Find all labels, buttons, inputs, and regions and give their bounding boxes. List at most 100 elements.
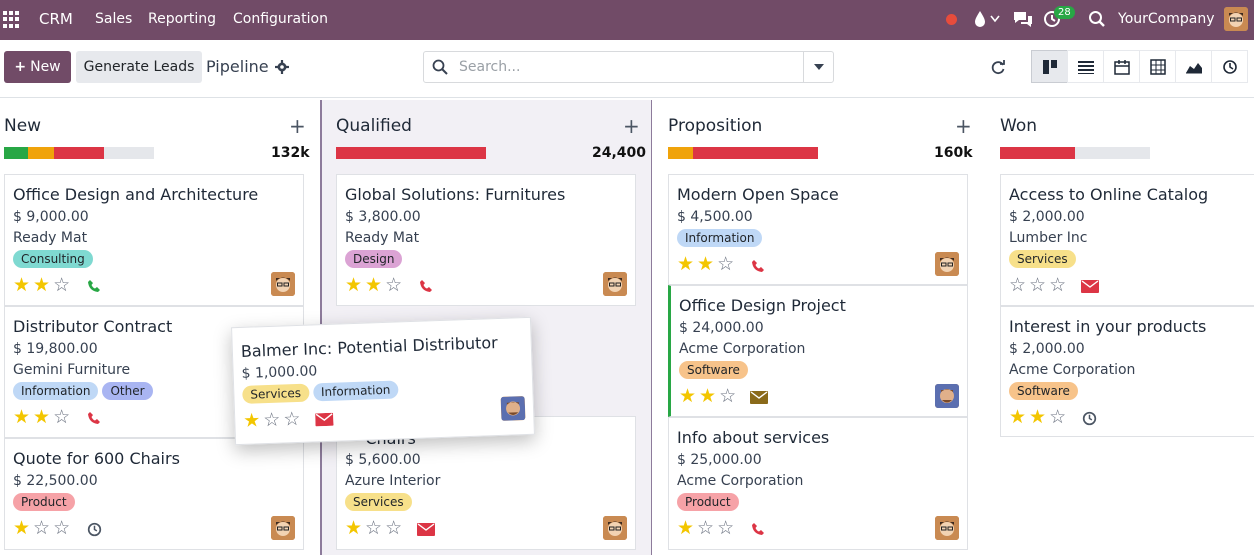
search-icon[interactable] [1088, 10, 1106, 28]
lead-card[interactable]: Access to Online Catalog $ 2,000.00 Lumb… [1000, 174, 1254, 306]
messages-icon[interactable] [1012, 10, 1034, 28]
new-button[interactable]: + New [4, 51, 71, 83]
card-amount: $ 5,600.00 [345, 452, 421, 468]
priority-stars[interactable]: ★ ★ ☆ [13, 276, 70, 295]
phone-icon[interactable] [751, 259, 765, 273]
priority-stars[interactable]: ★ ☆ ☆ [677, 519, 734, 538]
tag: Services [242, 383, 310, 404]
tag: Services [1009, 250, 1076, 268]
column-title[interactable]: Won [1000, 116, 1037, 136]
priority-stars[interactable]: ☆ ☆ ☆ [1009, 276, 1066, 295]
pivot-view-button[interactable] [1139, 50, 1176, 83]
menu-reporting[interactable]: Reporting [148, 11, 216, 27]
card-title: Access to Online Catalog [1009, 185, 1209, 204]
lead-card[interactable]: Office Design and Architecture $ 9,000.0… [4, 174, 304, 306]
lead-card[interactable]: Global Solutions: Furnitures $ 3,800.00 … [336, 174, 636, 306]
tag: Other [102, 382, 153, 400]
tag: Product [677, 493, 739, 511]
card-amount: $ 2,000.00 [1009, 341, 1085, 357]
progress-bar[interactable] [336, 147, 486, 159]
quick-create-icon[interactable]: + [289, 114, 306, 138]
menu-sales[interactable]: Sales [95, 11, 132, 27]
search-bar[interactable]: Search... [423, 51, 834, 83]
card-company: Acme Corporation [1009, 362, 1136, 378]
drop-icon[interactable] [973, 10, 987, 28]
quick-create-icon[interactable]: + [623, 114, 640, 138]
clock-icon[interactable] [1082, 411, 1097, 426]
progress-bar[interactable] [1000, 147, 1150, 159]
apps-menu-icon[interactable] [3, 11, 20, 28]
gear-icon[interactable] [275, 60, 289, 74]
priority-stars[interactable]: ★ ☆ ☆ [13, 519, 70, 538]
user-avatar[interactable] [1224, 7, 1248, 31]
column-title[interactable]: Qualified [336, 116, 412, 136]
column-total: 160k [934, 145, 973, 161]
salesperson-avatar[interactable] [935, 516, 959, 540]
kanban-icon [1042, 59, 1057, 74]
search-options-toggle[interactable] [803, 52, 833, 82]
mail-icon[interactable] [750, 391, 768, 404]
menu-configuration[interactable]: Configuration [233, 11, 328, 27]
kanban-board: New + 132k Office Design and Architectur… [0, 100, 1254, 555]
phone-icon[interactable] [87, 279, 101, 293]
plus-icon: + [14, 59, 27, 75]
card-amount: $ 19,800.00 [13, 341, 98, 357]
card-amount: $ 1,000.00 [241, 363, 318, 382]
tag: Information [312, 380, 399, 402]
phone-icon[interactable] [419, 279, 433, 293]
salesperson-avatar[interactable] [935, 252, 959, 276]
phone-icon[interactable] [751, 522, 765, 536]
company-switcher[interactable]: YourCompany [1118, 11, 1215, 27]
card-title: Quote for 600 Chairs [13, 449, 180, 468]
column-title[interactable]: New [4, 116, 41, 136]
priority-stars[interactable]: ★ ☆ ☆ [243, 408, 301, 432]
column-title[interactable]: Proposition [668, 116, 762, 136]
priority-stars[interactable]: ★ ★ ☆ [13, 408, 70, 427]
search-input[interactable]: Search... [459, 59, 520, 75]
graph-view-button[interactable] [1175, 50, 1212, 83]
priority-stars[interactable]: ★ ★ ☆ [345, 276, 402, 295]
lead-card[interactable]: Interest in your products $ 2,000.00 Acm… [1000, 306, 1254, 437]
refresh-icon[interactable] [990, 59, 1006, 75]
tag: Consulting [13, 250, 93, 268]
activity-view-button[interactable] [1211, 50, 1248, 83]
salesperson-avatar[interactable] [603, 272, 627, 296]
mail-icon[interactable] [417, 523, 435, 536]
salesperson-avatar[interactable] [271, 272, 295, 296]
card-title: Modern Open Space [677, 185, 839, 204]
recording-indicator-icon[interactable] [946, 14, 957, 25]
lead-card[interactable]: Info about services $ 25,000.00 Acme Cor… [668, 417, 968, 550]
priority-stars[interactable]: ★ ★ ☆ [679, 387, 736, 406]
phone-icon[interactable] [87, 411, 101, 425]
progress-bar[interactable] [4, 147, 154, 159]
list-view-button[interactable] [1067, 50, 1104, 83]
column-total: 132k [271, 145, 310, 161]
card-amount: $ 24,000.00 [679, 320, 764, 336]
card-title: Info about services [677, 428, 830, 447]
salesperson-avatar[interactable] [271, 516, 295, 540]
clock-icon[interactable] [87, 522, 102, 537]
app-brand[interactable]: CRM [39, 10, 73, 28]
progress-bar[interactable] [668, 147, 818, 159]
lead-card[interactable]: Modern Open Space $ 4,500.00 Information… [668, 174, 968, 285]
calendar-view-button[interactable] [1103, 50, 1140, 83]
control-panel: + New Generate Leads Pipeline Search... [0, 40, 1254, 98]
priority-stars[interactable]: ★ ★ ☆ [1009, 408, 1066, 427]
generate-leads-button[interactable]: Generate Leads [76, 51, 202, 83]
lead-card[interactable]: Office Design Project $ 24,000.00 Acme C… [668, 285, 968, 417]
priority-stars[interactable]: ★ ★ ☆ [677, 255, 734, 274]
kanban-view-button[interactable] [1031, 50, 1068, 83]
chevron-down-icon[interactable] [990, 15, 1000, 23]
card-title: Global Solutions: Furnitures [345, 185, 566, 204]
lead-card[interactable]: Quote for 600 Chairs $ 22,500.00 Product… [4, 438, 304, 550]
mail-icon[interactable] [315, 412, 334, 427]
card-title: Balmer Inc: Potential Distributor [240, 332, 499, 361]
mail-icon[interactable] [1081, 280, 1099, 293]
priority-stars[interactable]: ★ ☆ ☆ [345, 519, 402, 538]
card-title: Distributor Contract [13, 317, 173, 336]
salesperson-avatar[interactable] [935, 384, 959, 408]
salesperson-avatar[interactable] [603, 516, 627, 540]
quick-create-icon[interactable]: + [955, 114, 972, 138]
dragged-lead-card[interactable]: Balmer Inc: Potential Distributor $ 1,00… [231, 316, 535, 446]
salesperson-avatar[interactable] [500, 396, 526, 421]
